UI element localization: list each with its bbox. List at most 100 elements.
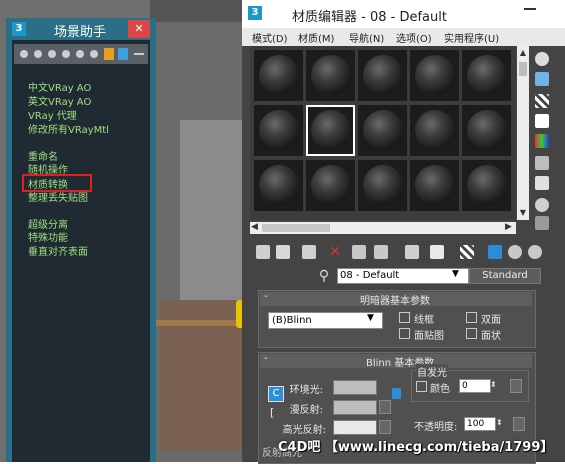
sample-slot[interactable] (306, 50, 355, 101)
material-name-field[interactable]: 08 - Default (337, 268, 469, 284)
sample-slot[interactable] (358, 160, 407, 211)
chevron-down-icon[interactable]: ▼ (367, 313, 374, 323)
uv-tiling-icon[interactable] (535, 114, 549, 128)
specular-color-swatch[interactable] (333, 420, 377, 435)
lock-ambient-diffuse-icon[interactable]: C (268, 386, 284, 402)
two-sided-checkbox[interactable] (466, 312, 477, 323)
faceted-label: 面状 (481, 331, 501, 342)
dot-icon[interactable] (76, 50, 84, 58)
sample-slot[interactable] (254, 50, 303, 101)
show-end-result-icon[interactable] (488, 245, 502, 259)
material-toolbar (250, 240, 550, 264)
self-illum-value-field[interactable]: 0 (459, 379, 491, 393)
scroll-left-icon[interactable]: ◀ (251, 222, 258, 232)
material-sphere (259, 110, 299, 150)
minimize-icon[interactable] (524, 8, 536, 10)
sample-slot[interactable] (410, 160, 459, 211)
sample-slot[interactable] (254, 160, 303, 211)
sample-type-icon[interactable] (535, 52, 549, 66)
assist-link-modify-vraymtl[interactable]: 修改所有VRayMtl (28, 121, 109, 136)
opacity-map-button[interactable] (513, 417, 525, 431)
sample-slot[interactable] (410, 50, 459, 101)
assign-to-selection-icon[interactable] (302, 245, 316, 259)
folder-icon[interactable] (104, 48, 114, 60)
faceted-checkbox[interactable] (466, 328, 477, 339)
wireframe-checkbox[interactable] (399, 312, 410, 323)
backlight-icon[interactable] (535, 72, 549, 86)
minimize-icon[interactable] (134, 53, 144, 55)
sample-slot[interactable] (306, 160, 355, 211)
diffuse-color-swatch[interactable] (333, 400, 377, 415)
scroll-down-icon[interactable]: ▼ (517, 208, 529, 217)
put-to-library-icon[interactable] (405, 245, 419, 259)
wrench-icon[interactable] (118, 48, 128, 60)
spinner-icon[interactable]: ⬍ (490, 380, 497, 389)
assist-link-vray-ao-cn[interactable]: 中文VRay AO (28, 79, 91, 94)
collapse-icon[interactable]: - (264, 353, 268, 364)
material-sphere (259, 165, 299, 205)
self-illum-color-checkbox[interactable] (416, 381, 427, 392)
scrollbar-thumb[interactable] (262, 224, 330, 232)
sample-slot[interactable] (462, 105, 511, 156)
assist-link-vray-proxy[interactable]: VRay 代理 (28, 107, 77, 122)
make-unique-icon[interactable] (374, 245, 388, 259)
opacity-field[interactable]: 100 (464, 417, 496, 431)
sample-slot[interactable] (358, 105, 407, 156)
sample-slot[interactable] (358, 50, 407, 101)
go-forward-sibling-icon[interactable] (528, 245, 542, 259)
menu-navigation[interactable]: 导航(N) (349, 30, 384, 45)
two-sided-label: 双面 (481, 315, 501, 326)
shader-dropdown[interactable]: (B)Blinn (268, 312, 383, 329)
material-sphere (311, 110, 351, 150)
menu-mode[interactable]: 模式(D) (252, 30, 288, 45)
specular-map-button[interactable] (379, 420, 391, 434)
material-id-icon[interactable] (430, 245, 444, 259)
menu-utilities[interactable]: 实用程序(U) (444, 30, 499, 45)
show-map-icon[interactable] (460, 245, 474, 259)
scroll-up-icon[interactable]: ▲ (517, 48, 529, 58)
diffuse-map-button[interactable] (379, 400, 391, 414)
put-to-scene-icon[interactable] (276, 245, 290, 259)
sample-slot[interactable] (462, 160, 511, 211)
dot-icon[interactable] (48, 50, 56, 58)
select-by-material-icon[interactable] (535, 198, 549, 212)
menu-material[interactable]: 材质(M) (298, 30, 334, 45)
dot-icon[interactable] (20, 50, 28, 58)
close-button[interactable]: ✕ (128, 20, 150, 38)
material-type-button[interactable]: Standard (469, 268, 541, 284)
background-icon[interactable] (535, 94, 549, 108)
dot-icon[interactable] (90, 50, 98, 58)
reset-icon[interactable]: ✕ (328, 245, 342, 259)
material-sphere (363, 110, 403, 150)
assist-link-special[interactable]: 特殊功能 (28, 229, 68, 244)
assist-link-vray-ao-en[interactable]: 英文VRay AO (28, 93, 91, 108)
app-logo-icon: 3 (248, 6, 262, 20)
scrollbar-thumb[interactable] (519, 62, 527, 76)
self-illum-map-button[interactable] (510, 379, 522, 393)
dot-icon[interactable] (62, 50, 70, 58)
spinner-icon[interactable]: ⬍ (496, 418, 503, 427)
sample-slot-selected[interactable] (306, 105, 355, 156)
sample-slot[interactable] (254, 105, 303, 156)
ambient-color-swatch[interactable] (333, 380, 377, 395)
copy-material-icon[interactable] (352, 245, 366, 259)
material-sphere (259, 55, 299, 95)
material-navigator-icon[interactable] (535, 216, 549, 230)
sample-slot[interactable] (462, 50, 511, 101)
material-sphere (311, 55, 351, 95)
options-icon[interactable] (535, 176, 549, 190)
chevron-down-icon[interactable]: ▼ (452, 269, 459, 279)
face-map-checkbox[interactable] (399, 328, 410, 339)
go-to-parent-icon[interactable] (508, 245, 522, 259)
sample-slot[interactable] (410, 105, 459, 156)
make-preview-icon[interactable] (535, 156, 549, 170)
dot-icon[interactable] (34, 50, 42, 58)
menu-options[interactable]: 选项(O) (396, 30, 432, 45)
pick-material-icon[interactable]: ⚲ (316, 268, 332, 284)
lock-icon[interactable] (392, 388, 401, 399)
assist-link-align-surface[interactable]: 垂直对齐表面 (28, 243, 88, 258)
scroll-right-icon[interactable]: ▶ (505, 222, 512, 232)
get-material-icon[interactable] (256, 245, 270, 259)
collapse-icon[interactable]: - (264, 291, 268, 302)
video-color-icon[interactable] (535, 134, 549, 148)
